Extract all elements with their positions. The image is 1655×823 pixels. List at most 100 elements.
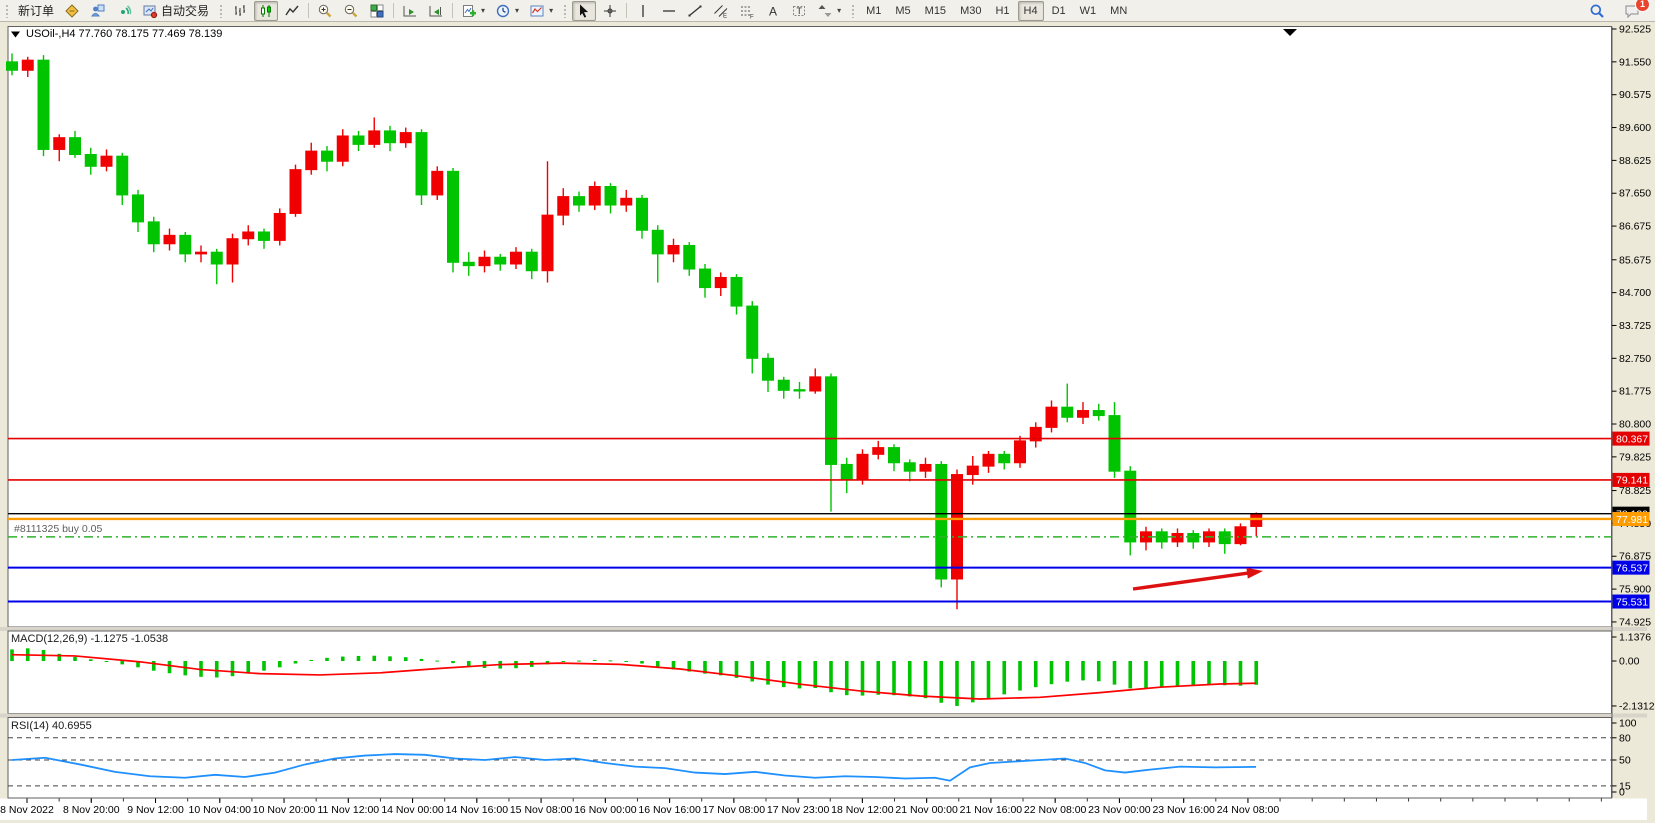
toolbar-grip[interactable] <box>218 3 223 18</box>
tile-windows-button[interactable] <box>365 1 389 21</box>
svg-text:14 Nov 16:00: 14 Nov 16:00 <box>446 804 509 816</box>
chart-title: USOil-,H4 77.760 78.175 77.469 78.139 <box>26 28 222 40</box>
trendline-button[interactable] <box>683 1 707 21</box>
chart-shift-button[interactable] <box>424 1 448 21</box>
timeframe-w1-button-label: W1 <box>1080 5 1097 17</box>
svg-text:77.981: 77.981 <box>1616 514 1648 526</box>
zoom-in-button[interactable] <box>313 1 337 21</box>
svg-text:88.625: 88.625 <box>1619 155 1651 167</box>
timeframe-m1-button-label: M1 <box>866 5 881 17</box>
pane-splitter[interactable] <box>0 714 1655 718</box>
timeframe-m15-button[interactable]: M15 <box>919 1 952 21</box>
new-chart-button[interactable]: ▾ <box>457 1 489 21</box>
crosshair-icon <box>602 3 618 19</box>
svg-text:81.775: 81.775 <box>1619 386 1651 398</box>
timeframe-d1-button[interactable]: D1 <box>1046 1 1072 21</box>
timeframe-w1-button[interactable]: W1 <box>1074 1 1103 21</box>
notification-badge: 1 <box>1635 0 1650 12</box>
chart-window: USOil-,H4 77.760 78.175 77.469 78.139 #8… <box>0 22 1655 823</box>
svg-text:15 Nov 08:00: 15 Nov 08:00 <box>510 804 573 816</box>
svg-text:79.825: 79.825 <box>1619 451 1651 463</box>
chevron-down-icon[interactable]: ▾ <box>481 6 485 15</box>
channel-button[interactable]: E <box>709 1 733 21</box>
cursor-button[interactable] <box>572 1 596 21</box>
hline-icon <box>661 3 677 19</box>
text-button[interactable]: A <box>761 1 785 21</box>
autotrade-icon <box>142 3 158 19</box>
timeframe-m5-button-label: M5 <box>895 5 910 17</box>
tile-icon <box>369 3 385 19</box>
timeframe-d1-button-label: D1 <box>1052 5 1066 17</box>
svg-text:74.925: 74.925 <box>1619 616 1651 628</box>
search-button[interactable] <box>1585 1 1609 21</box>
toolbar-separator <box>452 3 453 18</box>
ticket-icon-button[interactable] <box>60 1 84 21</box>
template-icon <box>529 3 545 19</box>
timeframe-m30-button[interactable]: M30 <box>954 1 987 21</box>
chevron-down-icon[interactable]: ▾ <box>515 6 519 15</box>
svg-text:86.675: 86.675 <box>1619 221 1651 233</box>
signal-icon-button[interactable] <box>112 1 136 21</box>
channel-icon: E <box>713 3 729 19</box>
new-order-button[interactable]: 新订单 <box>14 1 58 21</box>
svg-text:0.00: 0.00 <box>1619 656 1640 668</box>
svg-text:85.675: 85.675 <box>1619 254 1651 266</box>
terminal-icon-button[interactable] <box>86 1 110 21</box>
new-order-button-label: 新订单 <box>18 2 54 19</box>
autotrade-button[interactable]: 自动交易 <box>138 1 213 21</box>
hline-button[interactable] <box>657 1 681 21</box>
price-tag-77.981: 77.981 <box>1613 512 1650 526</box>
svg-text:80.800: 80.800 <box>1619 419 1651 431</box>
svg-text:24 Nov 08:00: 24 Nov 08:00 <box>1217 804 1280 816</box>
timeframe-h4-button[interactable]: H4 <box>1018 1 1044 21</box>
timeframe-m1-button[interactable]: M1 <box>860 1 887 21</box>
svg-text:80: 80 <box>1619 732 1631 744</box>
crosshair-button[interactable] <box>598 1 622 21</box>
autoscroll-icon <box>402 3 418 19</box>
auto-scroll-button[interactable] <box>398 1 422 21</box>
pane-splitter[interactable] <box>0 627 1655 631</box>
svg-text:8 Nov 20:00: 8 Nov 20:00 <box>63 804 120 816</box>
svg-text:-2.1312: -2.1312 <box>1619 700 1655 712</box>
label-button[interactable]: T <box>787 1 811 21</box>
svg-text:21 Nov 00:00: 21 Nov 00:00 <box>895 804 958 816</box>
chartshift-icon <box>428 3 444 19</box>
timeframe-h4-button-label: H4 <box>1024 5 1038 17</box>
templates-button[interactable]: ▾ <box>525 1 557 21</box>
bar-chart-button[interactable] <box>228 1 252 21</box>
toolbar-grip[interactable] <box>562 3 567 18</box>
fibonacci-button[interactable]: F <box>735 1 759 21</box>
vline-button[interactable] <box>631 1 655 21</box>
shapes-icon <box>817 3 833 19</box>
svg-text:83.725: 83.725 <box>1619 320 1651 332</box>
line-chart-button[interactable] <box>280 1 304 21</box>
chart-canvas[interactable]: USOil-,H4 77.760 78.175 77.469 78.139 #8… <box>0 22 1655 823</box>
svg-text:87.650: 87.650 <box>1619 188 1651 200</box>
timeframe-m5-button[interactable]: M5 <box>889 1 916 21</box>
shapes-button[interactable]: ▾ <box>813 1 845 21</box>
toolbar-grip[interactable] <box>850 3 855 18</box>
svg-text:A: A <box>769 4 777 18</box>
candle-chart-button[interactable] <box>254 1 278 21</box>
svg-text:10 Nov 04:00: 10 Nov 04:00 <box>189 804 252 816</box>
price-tag-75.531: 75.531 <box>1613 595 1650 609</box>
toolbar-grip[interactable] <box>4 3 9 18</box>
timeframe-mn-button[interactable]: MN <box>1104 1 1133 21</box>
price-tag-76.537: 76.537 <box>1613 561 1650 575</box>
svg-text:11 Nov 12:00: 11 Nov 12:00 <box>317 804 379 816</box>
svg-text:75.531: 75.531 <box>1616 596 1648 608</box>
svg-text:23 Nov 16:00: 23 Nov 16:00 <box>1152 804 1215 816</box>
svg-text:22 Nov 08:00: 22 Nov 08:00 <box>1024 804 1087 816</box>
chat-button[interactable]: 1 <box>1620 1 1644 21</box>
svg-text:F: F <box>750 14 754 19</box>
profiles-button[interactable]: ▾ <box>491 1 523 21</box>
search-icon <box>1589 3 1605 19</box>
timeframe-h1-button[interactable]: H1 <box>989 1 1015 21</box>
chevron-down-icon[interactable]: ▾ <box>837 6 841 15</box>
zoom-out-button[interactable] <box>339 1 363 21</box>
chevron-down-icon[interactable]: ▾ <box>549 6 553 15</box>
svg-text:82.750: 82.750 <box>1619 353 1651 365</box>
zoomout-icon <box>343 3 359 19</box>
svg-text:1.1376: 1.1376 <box>1619 631 1651 643</box>
zoomin-icon <box>317 3 333 19</box>
